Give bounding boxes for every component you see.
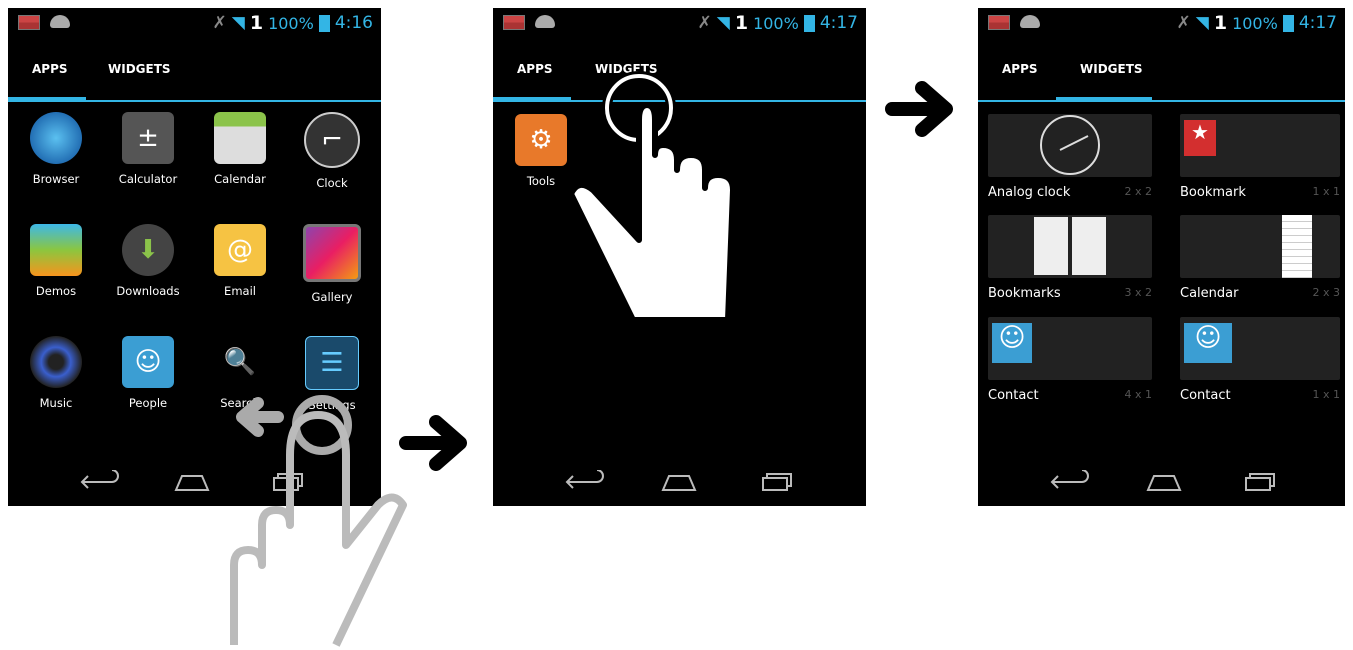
app-people[interactable]: ☺ People (108, 336, 188, 410)
calendar-list-icon (1282, 215, 1312, 278)
nav-bar (978, 458, 1345, 506)
status-bar: ✗ ◥ 1 100% 4:16 (8, 8, 381, 40)
contact-avatar-icon: ☺ (1184, 323, 1232, 363)
app-calendar[interactable]: Calendar (200, 112, 280, 186)
home-icon[interactable] (172, 470, 216, 494)
nav-bar (493, 458, 866, 506)
tab-bar: APPS WIDGETS (978, 40, 1345, 102)
tab-widgets[interactable]: WIDGETS (1080, 62, 1143, 76)
app-gallery[interactable]: Gallery (292, 224, 372, 304)
tab-bar: APPS WIDGETS (8, 40, 381, 102)
email-icon: @ (214, 224, 266, 276)
app-music[interactable]: Music (16, 336, 96, 410)
widget-calendar[interactable]: Calendar 2 x 3 (1180, 215, 1340, 301)
swipe-left-hand-gesture-icon (230, 395, 407, 647)
contact-avatar-icon: ☺ (992, 323, 1032, 363)
battery-percent: 100% (268, 13, 314, 33)
app-downloads[interactable]: ⬇ Downloads (108, 224, 188, 298)
home-icon[interactable] (659, 470, 703, 494)
clock-time: 4:16 (334, 13, 373, 33)
gallery-icon (303, 224, 361, 282)
flag-notification-icon (988, 15, 1010, 30)
home-icon[interactable] (1144, 470, 1188, 494)
battery-percent: 100% (753, 13, 799, 33)
tab-apps[interactable]: APPS (32, 62, 68, 76)
android-notification-icon (1020, 15, 1040, 28)
widget-bookmark[interactable]: ★ Bookmark 1 x 1 (1180, 114, 1340, 200)
recents-icon[interactable] (1240, 470, 1284, 494)
widget-preview (988, 215, 1152, 278)
widget-preview (988, 114, 1152, 177)
tab-apps[interactable]: APPS (517, 62, 553, 76)
battery-icon (803, 14, 815, 32)
globe-icon (30, 112, 82, 164)
battery-percent: 100% (1232, 13, 1278, 33)
tab-indicator (8, 97, 86, 102)
speaker-icon (30, 336, 82, 388)
flag-notification-icon (503, 15, 525, 30)
signal-count: 1 (249, 12, 264, 34)
android-notification-icon (50, 15, 70, 28)
muted-icon: ✗ (212, 13, 227, 33)
widget-contact-1x1[interactable]: ☺ Contact 1 x 1 (1180, 317, 1340, 403)
widget-analog-clock[interactable]: Analog clock 2 x 2 (988, 114, 1152, 200)
analog-clock-icon (1040, 115, 1100, 175)
recents-icon[interactable] (757, 470, 801, 494)
clock-time: 4:17 (819, 13, 858, 33)
tab-indicator (493, 97, 571, 102)
layers-icon (30, 224, 82, 276)
android-notification-icon (535, 15, 555, 28)
next-step-arrow-icon (885, 81, 953, 137)
widget-bookmarks[interactable]: Bookmarks 3 x 2 (988, 215, 1152, 301)
back-icon[interactable] (565, 470, 609, 494)
app-email[interactable]: @ Email (200, 224, 280, 298)
tap-hand-gesture-icon (568, 71, 736, 323)
wifi-icon: ◥ (716, 13, 730, 33)
app-browser[interactable]: Browser (16, 112, 96, 186)
wifi-icon: ◥ (231, 13, 245, 33)
wifi-icon: ◥ (1195, 13, 1209, 33)
flag-notification-icon (18, 15, 40, 30)
battery-icon (318, 14, 330, 32)
app-calculator[interactable]: ± Calculator (108, 112, 188, 186)
status-bar: ✗ ◥ 1 100% 4:17 (978, 8, 1345, 40)
widget-preview (1180, 215, 1340, 278)
clock-icon: ⌐ (304, 112, 360, 168)
app-clock[interactable]: ⌐ Clock (292, 112, 372, 190)
widget-contact-4x1[interactable]: ☺ Contact 4 x 1 (988, 317, 1152, 403)
widget-preview: ★ (1180, 114, 1340, 177)
download-icon: ⬇ (122, 224, 174, 276)
phone-screen-widgets: ✗ ◥ 1 100% 4:17 APPS WIDGETS Analog clock 2 x… (978, 8, 1345, 506)
tab-indicator (1056, 97, 1152, 102)
magnifier-icon: 🔍 (223, 347, 257, 377)
signal-count: 1 (1213, 12, 1228, 34)
muted-icon: ✗ (697, 13, 712, 33)
calendar-icon (214, 112, 266, 164)
sliders-icon: ☰ (305, 336, 359, 390)
signal-count: 1 (734, 12, 749, 34)
calculator-icon: ± (122, 112, 174, 164)
clock-time: 4:17 (1298, 13, 1337, 33)
bookmarks-thumbnails-icon (1034, 217, 1106, 275)
back-icon[interactable] (1050, 470, 1094, 494)
tab-apps[interactable]: APPS (1002, 62, 1038, 76)
muted-icon: ✗ (1176, 13, 1191, 33)
tab-widgets[interactable]: WIDGETS (108, 62, 171, 76)
back-icon[interactable] (80, 470, 124, 494)
next-step-arrow-icon (399, 415, 467, 471)
bookmark-star-icon: ★ (1184, 120, 1216, 156)
app-demos[interactable]: Demos (16, 224, 96, 298)
widget-preview: ☺ (988, 317, 1152, 380)
status-bar: ✗ ◥ 1 100% 4:17 (493, 8, 866, 40)
contact-card-icon: ☺ (122, 336, 174, 388)
battery-icon (1282, 14, 1294, 32)
widget-preview: ☺ (1180, 317, 1340, 380)
tools-icon: ⚙ (515, 114, 567, 166)
phone-screen-tap-widgets: ✗ ◥ 1 100% 4:17 APPS WIDGETS ⚙ Tools (493, 8, 866, 506)
